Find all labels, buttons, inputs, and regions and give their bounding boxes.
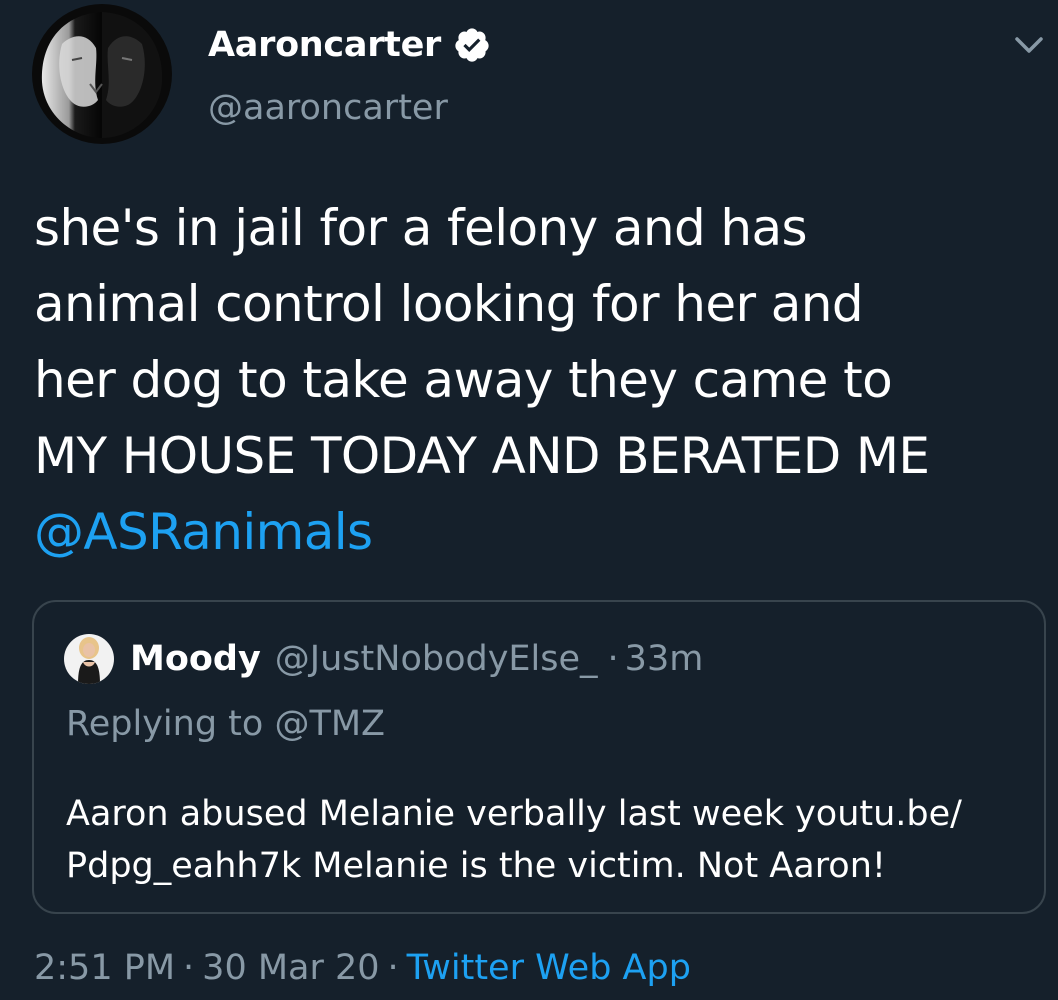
tweet-source-link[interactable]: Twitter Web App <box>407 948 691 988</box>
tweet-text-line: animal control looking for her and <box>34 275 864 333</box>
person-avatar-icon <box>64 634 114 684</box>
quoted-tweet-card[interactable]: Moody @JustNobodyElse_ · 33m Replying to… <box>32 600 1046 914</box>
tweet-text-line: she's in jail for a felony and has <box>34 199 808 257</box>
verified-badge-icon <box>453 26 491 64</box>
tweet-time[interactable]: 2:51 PM <box>34 948 175 988</box>
lion-avatar-icon <box>32 4 172 144</box>
tweet-metadata: 2:51 PM · 30 Mar 20 · Twitter Web App <box>34 948 691 988</box>
separator-dot: · <box>387 948 399 988</box>
tweet-text-line: her dog to take away they came to <box>34 351 893 409</box>
author-handle[interactable]: @aaroncarter <box>208 88 448 128</box>
quoted-author-avatar[interactable] <box>64 634 114 684</box>
mention-link[interactable]: @ASRanimals <box>34 494 1044 570</box>
author-avatar[interactable] <box>32 4 172 144</box>
tweet-text-line: MY HOUSE TODAY AND BERATED ME <box>34 427 930 485</box>
tweet-date[interactable]: 30 Mar 20 <box>202 948 379 988</box>
quoted-timestamp[interactable]: 33m <box>625 639 704 679</box>
tweet-text: she's in jail for a felony and has anima… <box>34 190 1044 570</box>
quoted-text-line: Aaron abused Melanie verbally last week … <box>66 794 962 834</box>
chevron-down-icon[interactable] <box>1012 30 1046 60</box>
separator-dot: · <box>607 639 619 679</box>
quoted-tweet-header: Moody @JustNobodyElse_ · 33m <box>130 632 703 686</box>
tweet-detail: Aaroncarter @aaroncarter she's in jail f… <box>0 0 1058 1000</box>
replying-to-label: Replying to @TMZ <box>66 704 385 744</box>
quoted-tweet-text: Aaron abused Melanie verbally last week … <box>66 788 1026 892</box>
author-name-row[interactable]: Aaroncarter <box>208 20 491 70</box>
separator-dot: · <box>183 948 195 988</box>
quoted-display-name[interactable]: Moody <box>130 639 261 679</box>
quoted-text-line: Pdpg_eahh7k Melanie is the victim. Not A… <box>66 846 886 886</box>
quoted-handle[interactable]: @JustNobodyElse_ <box>275 639 598 679</box>
author-display-name[interactable]: Aaroncarter <box>208 25 441 65</box>
